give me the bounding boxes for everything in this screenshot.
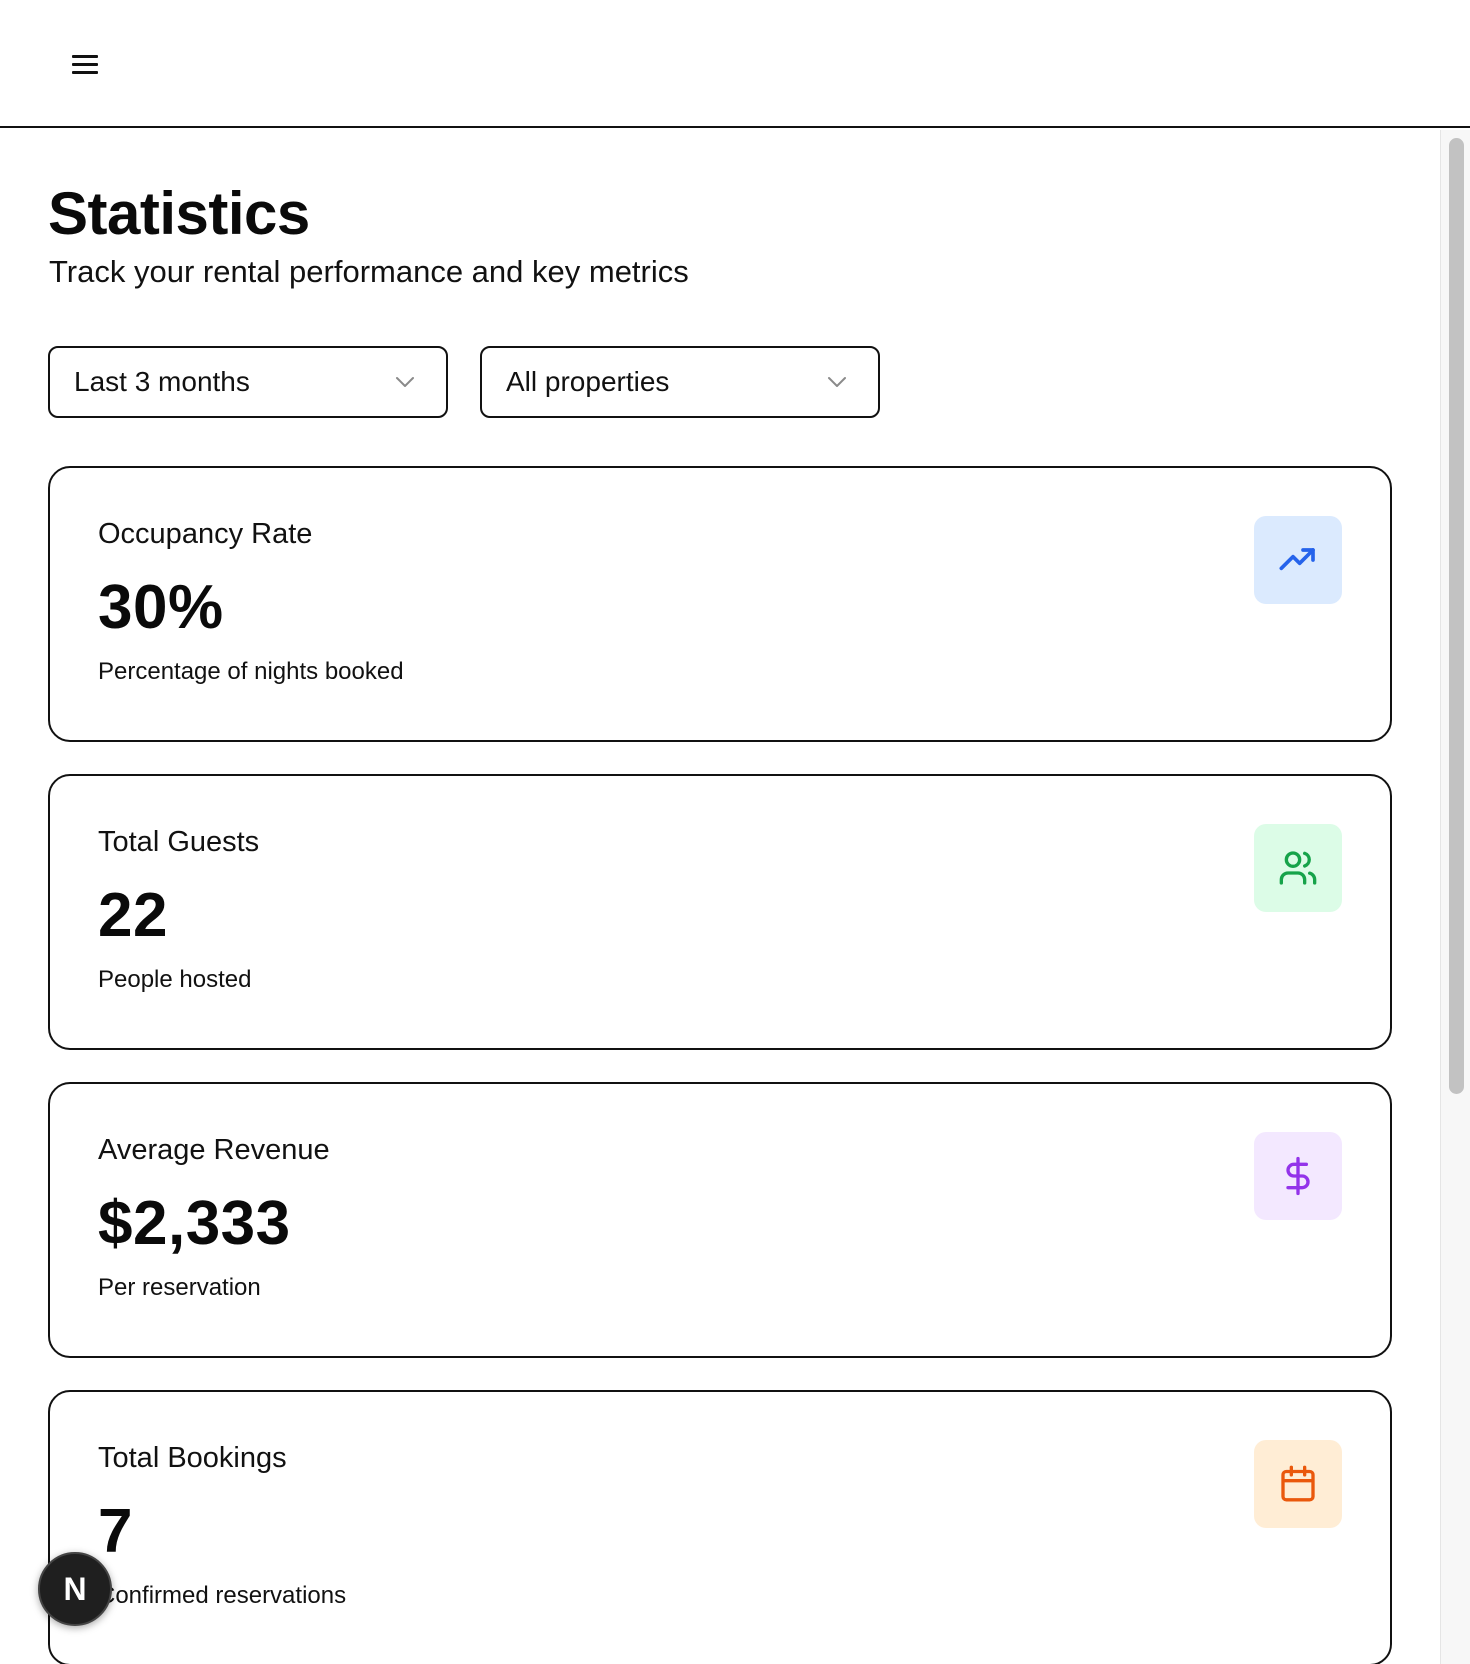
period-select-value: Last 3 months bbox=[74, 366, 250, 397]
users-icon bbox=[1279, 851, 1317, 885]
property-select[interactable]: All properties bbox=[480, 346, 880, 418]
chevron-down-icon bbox=[828, 377, 846, 387]
total-guests-card: Total Guests 22 People hosted bbox=[48, 774, 1392, 1050]
property-select-value: All properties bbox=[506, 366, 670, 397]
card-value: 30% bbox=[98, 573, 224, 642]
top-bar bbox=[0, 0, 1470, 128]
scrollbar-thumb[interactable] bbox=[1449, 138, 1464, 1094]
main-content: Statistics Track your rental performance… bbox=[0, 130, 1440, 1664]
occupancy-rate-card: Occupancy Rate 30% Percentage of nights … bbox=[48, 466, 1392, 742]
card-value: $2,333 bbox=[98, 1189, 291, 1258]
card-label: Average Revenue bbox=[98, 1134, 330, 1166]
page-title: Statistics bbox=[48, 180, 310, 247]
page-subtitle: Track your rental performance and key me… bbox=[49, 254, 689, 289]
hamburger-menu-icon[interactable] bbox=[66, 50, 102, 80]
trending-up-icon-box bbox=[1254, 516, 1342, 604]
dollar-sign-icon-box bbox=[1254, 1132, 1342, 1220]
dollar-sign-icon bbox=[1286, 1156, 1310, 1196]
card-caption: Per reservation bbox=[98, 1274, 261, 1301]
card-value: 22 bbox=[98, 881, 168, 950]
calendar-icon-box bbox=[1254, 1440, 1342, 1528]
card-caption: Percentage of nights booked bbox=[98, 658, 404, 685]
calendar-icon bbox=[1281, 1465, 1315, 1502]
nextjs-badge-label: N bbox=[63, 1571, 87, 1607]
total-bookings-card: Total Bookings 7 Confirmed reservations bbox=[48, 1390, 1392, 1664]
card-caption: People hosted bbox=[98, 966, 252, 993]
card-label: Total Guests bbox=[98, 826, 260, 858]
nextjs-dev-badge[interactable]: N bbox=[38, 1552, 112, 1626]
card-label: Total Bookings bbox=[98, 1442, 287, 1474]
card-caption: Confirmed reservations bbox=[98, 1582, 347, 1609]
average-revenue-card: Average Revenue $2,333 Per reservation bbox=[48, 1082, 1392, 1358]
chevron-down-icon bbox=[396, 377, 414, 387]
period-select[interactable]: Last 3 months bbox=[48, 346, 448, 418]
card-label: Occupancy Rate bbox=[98, 518, 313, 550]
vertical-scrollbar[interactable] bbox=[1440, 130, 1470, 1664]
trending-up-icon bbox=[1279, 548, 1315, 571]
users-icon-box bbox=[1254, 824, 1342, 912]
